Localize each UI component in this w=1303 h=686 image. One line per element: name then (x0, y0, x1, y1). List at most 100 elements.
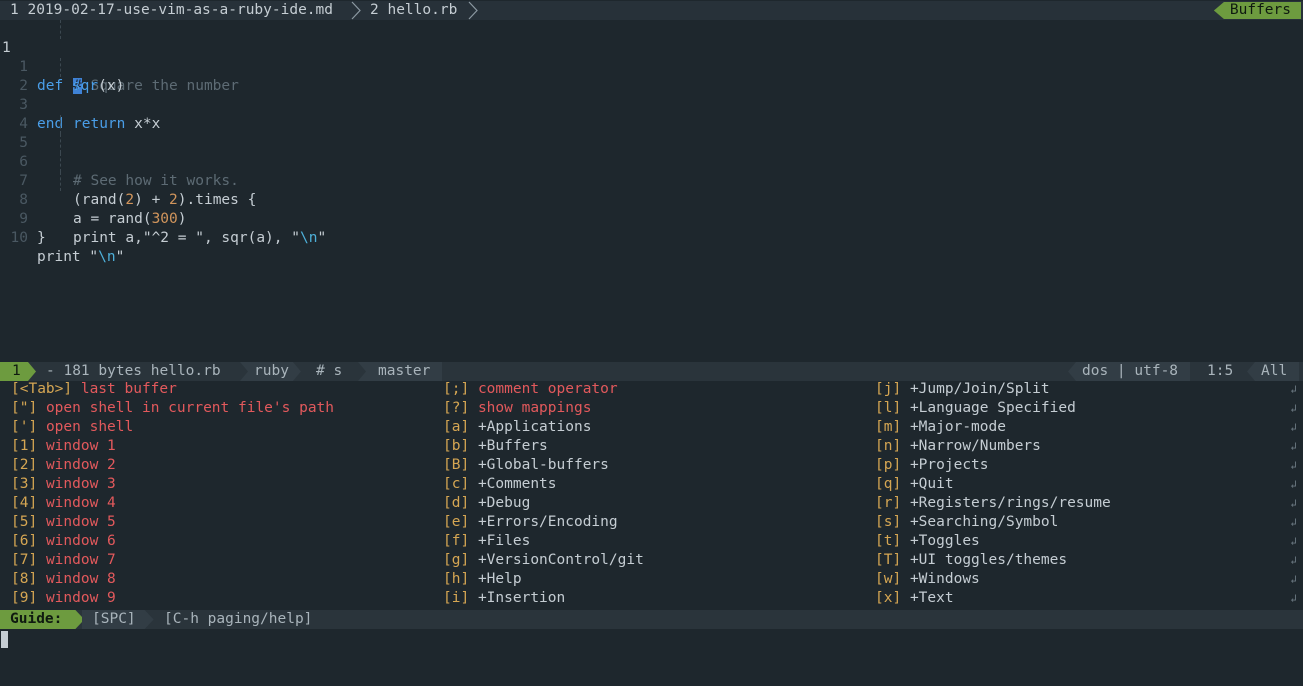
guide-entry[interactable]: [b] +Buffers (443, 438, 548, 454)
guide-entry[interactable]: [e] +Errors/Encoding (443, 514, 618, 530)
guide-description: window 8 (45, 571, 116, 587)
guide-description: show mappings (477, 400, 592, 416)
line-wrap-icon: ↲ (1290, 573, 1297, 586)
guide-description: +Text (909, 590, 954, 606)
guide-paging-hint[interactable]: [C-h paging/help] (164, 610, 312, 629)
guide-entry[interactable]: [;] comment operator (443, 381, 618, 397)
guide-description: +Registers/rings/resume (909, 495, 1111, 511)
guide-entry[interactable]: [<Tab>] last buffer (11, 381, 177, 397)
guide-entry[interactable]: [j] +Jump/Join/Split (875, 381, 1050, 397)
guide-entry[interactable]: [8] window 8 (11, 571, 116, 587)
guide-key: [r] (875, 495, 902, 511)
guide-description: window 1 (45, 438, 116, 454)
guide-key: [t] (875, 533, 902, 549)
guide-entry[interactable]: ['] open shell (11, 419, 133, 435)
guide-entry[interactable]: [6] window 6 (11, 533, 116, 549)
guide-entry[interactable]: [T] +UI toggles/themes (875, 552, 1067, 568)
guide-key: [e] (443, 514, 470, 530)
guide-description: window 2 (45, 457, 116, 473)
guide-key: [j] (875, 381, 902, 397)
guide-entry[interactable]: [w] +Windows (875, 571, 980, 587)
guide-line: Guide: [SPC] [C-h paging/help] (0, 610, 1303, 629)
guide-description: +UI toggles/themes (909, 552, 1068, 568)
guide-entry[interactable]: [c] +Comments (443, 476, 557, 492)
guide-description: last buffer (80, 381, 177, 397)
guide-key: [x] (875, 590, 902, 606)
guide-entry[interactable]: [?] show mappings (443, 400, 591, 416)
guide-key: [7] (11, 552, 38, 568)
guide-entry[interactable]: [9] window 9 (11, 590, 116, 606)
buffers-badge[interactable]: Buffers (1213, 2, 1301, 19)
guide-key: [5] (11, 514, 38, 530)
line-wrap-icon: ↲ (1290, 402, 1297, 415)
guide-entry[interactable]: [3] window 3 (11, 476, 116, 492)
guide-entry[interactable]: [r] +Registers/rings/resume (875, 495, 1111, 511)
scroll-indicator: All (1247, 362, 1300, 381)
guide-key: [w] (875, 571, 902, 587)
guide-label: Guide: (0, 610, 84, 629)
guide-entry[interactable]: [f] +Files (443, 533, 530, 549)
guide-description: +Major-mode (909, 419, 1006, 435)
line-wrap-icon: ↲ (1290, 592, 1297, 605)
tab-hello-rb[interactable]: 2 hello.rb (370, 1, 457, 20)
window-number[interactable]: 1 (0, 362, 36, 381)
guide-description: +Global-buffers (477, 457, 609, 473)
guide-entry[interactable]: [p] +Projects (875, 457, 989, 473)
line-wrap-icon: ↲ (1290, 421, 1297, 434)
line-wrap-icon: ↲ (1290, 440, 1297, 453)
guide-key: [i] (443, 590, 470, 606)
guide-entry[interactable]: [h] +Help (443, 571, 522, 587)
guide-entry[interactable]: [a] +Applications (443, 419, 591, 435)
guide-entry[interactable]: [2] window 2 (11, 457, 116, 473)
guide-key: [1] (11, 438, 38, 454)
guide-entry[interactable]: [g] +VersionControl/git (443, 552, 644, 568)
guide-key: [b] (443, 438, 470, 454)
guide-entry[interactable]: ["] open shell in current file's path (11, 400, 334, 416)
guide-key: [<Tab>] (11, 381, 73, 397)
guide-entry[interactable]: [1] window 1 (11, 438, 116, 454)
guide-description: +Windows (909, 571, 980, 587)
guide-key: [l] (875, 400, 902, 416)
tabline: 1 2019-02-17-use-vim-as-a-ruby-ide.md 2 … (0, 1, 1303, 20)
guide-key: [8] (11, 571, 38, 587)
guide-entry[interactable]: [t] +Toggles (875, 533, 980, 549)
indent-guide (60, 153, 61, 172)
editor-line: 10 print "\n" (0, 210, 1303, 265)
guide-entry[interactable]: [l] +Language Specified (875, 400, 1076, 416)
guide-key: [n] (875, 438, 902, 454)
guide-description: +Searching/Symbol (909, 514, 1059, 530)
command-line-cursor (1, 631, 8, 648)
git-branch[interactable]: master (358, 362, 443, 381)
guide-entry[interactable]: [5] window 5 (11, 514, 116, 530)
guide-entry[interactable]: [q] +Quit (875, 476, 954, 492)
tab-markdown-file[interactable]: 1 2019-02-17-use-vim-as-a-ruby-ide.md (10, 1, 333, 20)
guide-description: window 5 (45, 514, 116, 530)
guide-description: +Errors/Encoding (477, 514, 618, 530)
guide-entry[interactable]: [7] window 7 (11, 552, 116, 568)
line-wrap-icon: ↲ (1290, 497, 1297, 510)
guide-entry[interactable]: [x] +Text (875, 590, 954, 606)
guide-key: [?] (443, 400, 470, 416)
guide-key: [B] (443, 457, 470, 473)
line-wrap-icon: ↲ (1290, 535, 1297, 548)
guide-key: [a] (443, 419, 470, 435)
guide-entry[interactable]: [n] +Narrow/Numbers (875, 438, 1041, 454)
guide-description: +Debug (477, 495, 531, 511)
tab-separator-icon (351, 1, 361, 20)
guide-entry[interactable]: [i] +Insertion (443, 590, 565, 606)
guide-key: [p] (875, 457, 902, 473)
guide-entry[interactable]: [B] +Global-buffers (443, 457, 609, 473)
guide-key: [c] (443, 476, 470, 492)
guide-entry[interactable]: [m] +Major-mode (875, 419, 1006, 435)
editor-line: 3 end (0, 77, 1303, 132)
guide-entry[interactable]: [d] +Debug (443, 495, 530, 511)
guide-description: +Applications (477, 419, 592, 435)
guide-description: +Toggles (909, 533, 980, 549)
guide-key: [m] (875, 419, 902, 435)
guide-entry[interactable]: [4] window 4 (11, 495, 116, 511)
guide-key: ["] (11, 400, 38, 416)
guide-entry[interactable]: [s] +Searching/Symbol (875, 514, 1058, 530)
guide-description: +Jump/Join/Split (909, 381, 1050, 397)
guide-description: open shell in current file's path (45, 400, 335, 416)
guide-description: +VersionControl/git (477, 552, 644, 568)
